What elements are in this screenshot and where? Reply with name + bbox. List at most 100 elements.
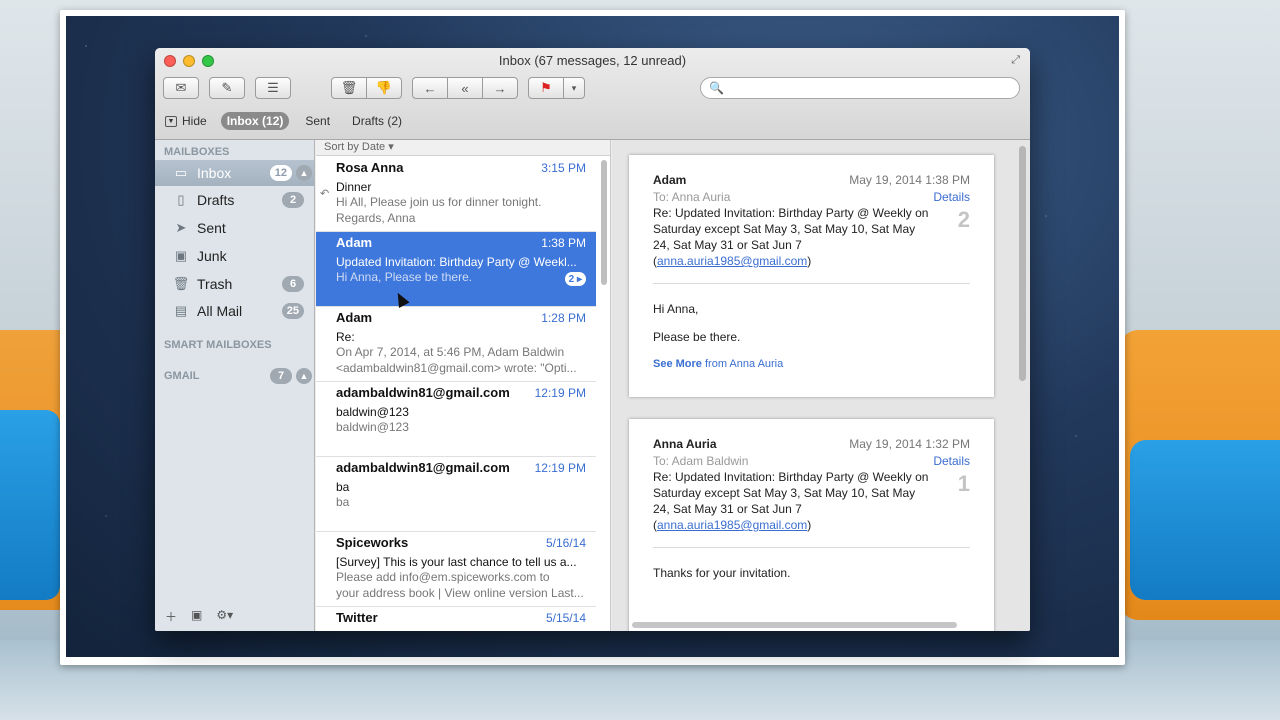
favorite-sent[interactable]: Sent	[299, 112, 336, 130]
reader-scrollbar[interactable]	[1019, 146, 1026, 381]
envelope-icon: ✉	[175, 80, 187, 95]
message-subject: ba	[336, 480, 350, 494]
divider	[653, 547, 970, 548]
window-title: Inbox (67 messages, 12 unread)	[498, 53, 687, 68]
account-status-icon: ▲	[296, 165, 312, 181]
sidebar-item-label: Sent	[197, 220, 226, 236]
decor-blue-right	[1130, 440, 1280, 600]
sidebar-toggle-icon: ▼	[165, 115, 177, 127]
list-item[interactable]: Spiceworks 5/16/14 [Survey] This is your…	[316, 532, 596, 607]
smart-mailboxes-header[interactable]: SMART MAILBOXES	[155, 339, 272, 351]
add-icon[interactable]: ＋	[165, 608, 177, 625]
card-subject-text: Re: Updated Invitation: Birthday Party @…	[653, 470, 929, 516]
search-input[interactable]: 🔍	[700, 77, 1020, 99]
compose-icon: ✎	[221, 80, 233, 95]
search-icon: 🔍	[709, 81, 724, 95]
details-link[interactable]: Details	[933, 190, 970, 204]
thread-index: 2	[957, 207, 970, 232]
trash-icon: 🗑	[340, 80, 358, 95]
list-item[interactable]: adambaldwin81@gmail.com 12:19 PM baldwin…	[316, 382, 596, 457]
list-item[interactable]: adambaldwin81@gmail.com 12:19 PM ba ba	[316, 457, 596, 532]
mail-window: Inbox (67 messages, 12 unread) ⤢ ✉ ✎ ☰ 🗑…	[155, 48, 1030, 631]
toolbar: ✉ ✎ ☰ 🗑 👎 ← « → ⚑ ▾ 🔍	[163, 76, 1022, 100]
thread-count-badge[interactable]: 2 ▸	[564, 272, 586, 286]
email-link[interactable]: anna.auria1985@gmail.com	[657, 518, 807, 532]
list-item-selected[interactable]: Adam 1:38 PM Updated Invitation: Birthda…	[316, 232, 596, 307]
forward-button[interactable]: →	[482, 77, 518, 99]
message-preview: Regards, Anna	[336, 211, 416, 225]
trash-icon: 🗑	[172, 276, 190, 291]
list-scrollbar[interactable]	[601, 160, 607, 285]
email-link[interactable]: anna.auria1985@gmail.com	[657, 254, 807, 268]
sidebar-item-label: Junk	[197, 248, 227, 264]
gear-icon[interactable]: ⚙▾	[216, 608, 233, 625]
reply-group: ← « →	[412, 77, 518, 99]
flag-menu-button[interactable]: ▾	[563, 77, 585, 99]
flag-button[interactable]: ⚑	[528, 77, 564, 99]
note-icon: ☰	[267, 80, 279, 95]
gmail-badge: 7	[270, 368, 292, 384]
list-item[interactable]: Adam 1:28 PM Re: On Apr 7, 2014, at 5:46…	[316, 307, 596, 382]
reply-button[interactable]: ←	[412, 77, 448, 99]
see-more-from: from Anna Auria	[701, 358, 784, 370]
fullscreen-icon[interactable]: ⤢	[1011, 54, 1020, 67]
count-badge: 2	[282, 192, 304, 208]
message-subject: [Survey] This is your last chance to tel…	[336, 555, 577, 569]
sidebar-item-junk[interactable]: ▣ Junk	[155, 243, 314, 269]
message-preview: Please add info@em.spiceworks.com to	[336, 570, 550, 584]
note-button[interactable]: ☰	[255, 77, 291, 99]
sidebar-item-inbox[interactable]: ▭ Inbox 12 ▲	[155, 160, 314, 186]
sort-menu[interactable]: Sort by Date ▾	[316, 140, 610, 156]
sidebar-item-drafts[interactable]: ▯ Drafts 2	[155, 187, 314, 213]
message-time: 5/16/14	[545, 536, 586, 550]
card-subject: Re: Updated Invitation: Birthday Party @…	[653, 470, 929, 532]
hide-mailboxes-button[interactable]: ▼ Hide	[165, 114, 207, 128]
card-body-line: Please be there.	[653, 330, 741, 344]
details-link[interactable]: Details	[933, 454, 970, 468]
card-body-line: Thanks for your invitation.	[653, 566, 791, 580]
account-status-icon: ▲	[296, 368, 312, 384]
mailbox-sidebar: MAILBOXES ▭ Inbox 12 ▲ ▯ Drafts 2 ➤ Sent…	[155, 140, 315, 631]
list-item[interactable]: ↶ Rosa Anna 3:15 PM Dinner Hi All, Pleas…	[316, 157, 596, 232]
reply-all-icon: «	[461, 80, 469, 96]
junk-icon: ▣	[174, 248, 188, 263]
reply-all-button[interactable]: «	[447, 77, 483, 99]
card-date: May 19, 2014 1:38 PM	[849, 173, 970, 187]
message-subject: Re:	[336, 330, 355, 344]
gmail-header[interactable]: GMAIL	[155, 370, 199, 382]
sidebar-item-sent[interactable]: ➤ Sent	[155, 215, 314, 241]
message-time: 12:19 PM	[534, 386, 586, 400]
list-item[interactable]: Twitter 5/15/14	[316, 607, 596, 631]
get-mail-button[interactable]: ✉	[163, 77, 199, 99]
card-subject-text: Re: Updated Invitation: Birthday Party @…	[653, 206, 929, 252]
reader-horizontal-scrollbar[interactable]	[632, 622, 957, 628]
thumbs-down-icon: 👎	[375, 80, 393, 95]
card-date: May 19, 2014 1:32 PM	[849, 437, 970, 451]
see-more-link[interactable]: See More from Anna Auria	[653, 358, 970, 370]
reply-icon: ←	[423, 80, 437, 96]
message-subject: Updated Invitation: Birthday Party @ Wee…	[336, 255, 577, 269]
message-preview: <adambaldwin81@gmail.com> wrote: "Opti..…	[336, 361, 577, 375]
compose-button[interactable]: ✎	[209, 77, 245, 99]
replied-icon: ↶	[320, 188, 330, 200]
card-subject: Re: Updated Invitation: Birthday Party @…	[653, 206, 929, 268]
message-time: 1:38 PM	[541, 236, 586, 250]
sidebar-item-label: All Mail	[197, 303, 243, 319]
favorite-inbox[interactable]: Inbox (12)	[220, 112, 290, 130]
delete-button[interactable]: 🗑	[331, 77, 367, 99]
sidebar-item-all-mail[interactable]: ▤ All Mail 25	[155, 298, 314, 324]
message-preview: On Apr 7, 2014, at 5:46 PM, Adam Baldwin	[336, 345, 565, 359]
count-badge: 25	[281, 303, 304, 319]
photo-icon[interactable]: ▣	[191, 608, 202, 625]
junk-button[interactable]: 👎	[366, 77, 402, 99]
message-subject: baldwin@123	[336, 405, 409, 419]
sidebar-footer: ＋ ▣ ⚙▾	[165, 608, 233, 625]
favorite-drafts[interactable]: Drafts (2)	[346, 112, 408, 130]
favorites-bar: ▼ Hide Inbox (12) Sent Drafts (2)	[155, 110, 1030, 132]
message-time: 5/15/14	[545, 611, 586, 625]
all-mail-icon: ▤	[174, 303, 188, 318]
message-time: 12:19 PM	[534, 461, 586, 475]
sidebar-item-trash[interactable]: 🗑 Trash 6	[155, 271, 314, 297]
message-preview: your address book | View online version …	[336, 586, 584, 600]
message-preview: ba	[336, 495, 350, 509]
